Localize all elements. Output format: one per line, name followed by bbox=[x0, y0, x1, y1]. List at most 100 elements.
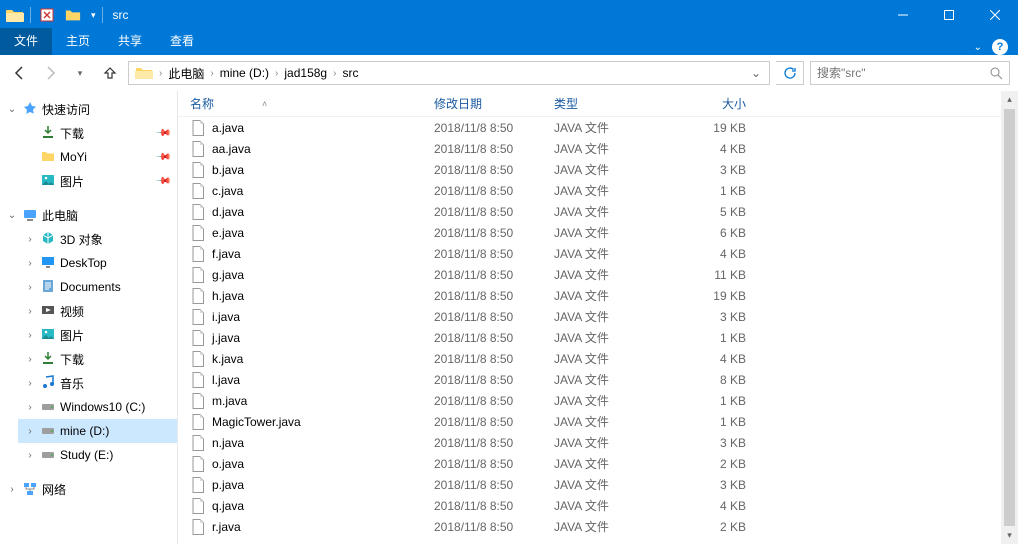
crumb-drive[interactable]: mine (D:) bbox=[216, 66, 273, 80]
tree-item-pc[interactable]: › 3D 对象 bbox=[18, 227, 177, 251]
file-row[interactable]: c.java2018/11/8 8:50JAVA 文件1 KB bbox=[178, 180, 1018, 201]
chevron-right-icon[interactable]: › bbox=[208, 68, 215, 79]
help-button[interactable]: ? bbox=[992, 39, 1008, 55]
tree-item-pc[interactable]: ›DeskTop bbox=[18, 251, 177, 275]
crumb-folder1[interactable]: jad158g bbox=[280, 66, 331, 80]
column-header-type[interactable]: 类型 bbox=[554, 95, 678, 112]
chevron-right-icon[interactable]: › bbox=[24, 402, 36, 413]
file-row[interactable]: a.java2018/11/8 8:50JAVA 文件19 KB bbox=[178, 117, 1018, 138]
chevron-right-icon[interactable]: › bbox=[24, 354, 36, 365]
tree-item-qa[interactable]: 图片📌 bbox=[18, 169, 177, 193]
tree-item-label: 音乐 bbox=[60, 375, 84, 392]
column-header-size[interactable]: 大小 bbox=[678, 95, 758, 112]
tree-network[interactable]: › 网络 bbox=[0, 477, 177, 501]
chevron-right-icon[interactable]: › bbox=[24, 426, 36, 437]
column-header-name[interactable]: 名称˄ bbox=[190, 95, 434, 112]
file-row[interactable]: h.java2018/11/8 8:50JAVA 文件19 KB bbox=[178, 285, 1018, 306]
tree-item-pc[interactable]: › 音乐 bbox=[18, 371, 177, 395]
file-row[interactable]: l.java2018/11/8 8:50JAVA 文件8 KB bbox=[178, 369, 1018, 390]
file-row[interactable]: o.java2018/11/8 8:50JAVA 文件2 KB bbox=[178, 453, 1018, 474]
file-type: JAVA 文件 bbox=[554, 392, 678, 409]
file-row[interactable]: b.java2018/11/8 8:50JAVA 文件3 KB bbox=[178, 159, 1018, 180]
qat-newfolder-button[interactable] bbox=[63, 5, 83, 25]
chevron-right-icon[interactable]: › bbox=[24, 330, 36, 341]
tree-item-pc[interactable]: ›mine (D:) bbox=[18, 419, 177, 443]
tree-item-qa[interactable]: 下载📌 bbox=[18, 121, 177, 145]
file-row[interactable]: e.java2018/11/8 8:50JAVA 文件6 KB bbox=[178, 222, 1018, 243]
chevron-right-icon[interactable]: › bbox=[24, 450, 36, 461]
file-row[interactable]: r.java2018/11/8 8:50JAVA 文件2 KB bbox=[178, 516, 1018, 537]
address-dropdown-button[interactable]: ⌄ bbox=[745, 66, 767, 80]
tab-share[interactable]: 共享 bbox=[104, 28, 156, 55]
file-row[interactable]: g.java2018/11/8 8:50JAVA 文件11 KB bbox=[178, 264, 1018, 285]
crumb-folder2[interactable]: src bbox=[338, 66, 362, 80]
chevron-right-icon[interactable]: › bbox=[157, 68, 164, 79]
crumb-thispc[interactable]: 此电脑 bbox=[164, 65, 208, 82]
refresh-button[interactable] bbox=[776, 61, 804, 85]
chevron-right-icon[interactable]: › bbox=[24, 258, 36, 269]
vertical-scrollbar[interactable]: ▴ ▾ bbox=[1001, 91, 1018, 544]
tree-item-pc[interactable]: ›Documents bbox=[18, 275, 177, 299]
pin-icon: 📌 bbox=[154, 125, 171, 142]
chevron-right-icon[interactable]: › bbox=[24, 378, 36, 389]
file-row[interactable]: q.java2018/11/8 8:50JAVA 文件4 KB bbox=[178, 495, 1018, 516]
nav-recent-button[interactable]: ▾ bbox=[68, 61, 92, 85]
3d-icon bbox=[40, 230, 56, 249]
file-row[interactable]: aa.java2018/11/8 8:50JAVA 文件4 KB bbox=[178, 138, 1018, 159]
file-row[interactable]: k.java2018/11/8 8:50JAVA 文件4 KB bbox=[178, 348, 1018, 369]
star-icon bbox=[22, 101, 38, 117]
chevron-right-icon[interactable]: › bbox=[273, 68, 280, 79]
nav-back-button[interactable] bbox=[8, 61, 32, 85]
nav-up-button[interactable] bbox=[98, 61, 122, 85]
tree-item-label: 3D 对象 bbox=[60, 231, 103, 248]
tree-quick-access[interactable]: ⌄ 快速访问 bbox=[0, 97, 177, 121]
tab-home[interactable]: 主页 bbox=[52, 28, 104, 55]
tree-item-qa[interactable]: MoYi📌 bbox=[18, 145, 177, 169]
chevron-down-icon[interactable]: ⌄ bbox=[6, 104, 18, 115]
file-name: h.java bbox=[212, 289, 244, 303]
chevron-right-icon[interactable]: › bbox=[24, 306, 36, 317]
scroll-thumb[interactable] bbox=[1004, 109, 1015, 526]
file-rows[interactable]: a.java2018/11/8 8:50JAVA 文件19 KBaa.java2… bbox=[178, 117, 1018, 544]
file-row[interactable]: n.java2018/11/8 8:50JAVA 文件3 KB bbox=[178, 432, 1018, 453]
file-size: 3 KB bbox=[678, 310, 758, 324]
chevron-down-icon[interactable]: ⌄ bbox=[6, 210, 18, 221]
tab-file[interactable]: 文件 bbox=[0, 28, 52, 55]
tree-this-pc[interactable]: ⌄ 此电脑 bbox=[0, 203, 177, 227]
tree-item-pc[interactable]: ›视频 bbox=[18, 299, 177, 323]
address-bar[interactable]: › 此电脑 › mine (D:) › jad158g › src ⌄ bbox=[128, 61, 770, 85]
file-name: f.java bbox=[212, 247, 241, 261]
search-input[interactable] bbox=[817, 66, 977, 80]
chevron-right-icon[interactable]: › bbox=[24, 282, 36, 293]
chevron-right-icon[interactable]: › bbox=[24, 234, 36, 245]
ribbon-expand-button[interactable]: ⌄ bbox=[974, 42, 982, 53]
search-box[interactable] bbox=[810, 61, 1010, 85]
qat-properties-button[interactable] bbox=[37, 5, 57, 25]
close-button[interactable] bbox=[972, 0, 1018, 30]
maximize-button[interactable] bbox=[926, 0, 972, 30]
file-row[interactable]: f.java2018/11/8 8:50JAVA 文件4 KB bbox=[178, 243, 1018, 264]
tab-view[interactable]: 查看 bbox=[156, 28, 208, 55]
drive-icon bbox=[40, 446, 56, 465]
minimize-button[interactable] bbox=[880, 0, 926, 30]
file-row[interactable]: m.java2018/11/8 8:50JAVA 文件1 KB bbox=[178, 390, 1018, 411]
file-size: 19 KB bbox=[678, 121, 758, 135]
qat-customize-button[interactable]: ▾ bbox=[91, 10, 96, 21]
scroll-down-button[interactable]: ▾ bbox=[1001, 527, 1018, 544]
file-row[interactable]: i.java2018/11/8 8:50JAVA 文件3 KB bbox=[178, 306, 1018, 327]
chevron-right-icon[interactable]: › bbox=[331, 68, 338, 79]
tree-item-pc[interactable]: ›图片 bbox=[18, 323, 177, 347]
file-row[interactable]: j.java2018/11/8 8:50JAVA 文件1 KB bbox=[178, 327, 1018, 348]
tree-item-pc[interactable]: ›Windows10 (C:) bbox=[18, 395, 177, 419]
navigation-pane[interactable]: ⌄ 快速访问 下载📌MoYi📌图片📌 ⌄ 此电脑 ›3D 对象›DeskTop›… bbox=[0, 91, 178, 544]
scroll-up-button[interactable]: ▴ bbox=[1001, 91, 1018, 108]
nav-forward-button[interactable] bbox=[38, 61, 62, 85]
tree-item-pc[interactable]: ›Study (E:) bbox=[18, 443, 177, 467]
tree-item-pc[interactable]: ›下载 bbox=[18, 347, 177, 371]
file-type: JAVA 文件 bbox=[554, 476, 678, 493]
column-header-date[interactable]: 修改日期 bbox=[434, 95, 554, 112]
file-row[interactable]: MagicTower.java2018/11/8 8:50JAVA 文件1 KB bbox=[178, 411, 1018, 432]
file-row[interactable]: d.java2018/11/8 8:50JAVA 文件5 KB bbox=[178, 201, 1018, 222]
file-row[interactable]: p.java2018/11/8 8:50JAVA 文件3 KB bbox=[178, 474, 1018, 495]
chevron-right-icon[interactable]: › bbox=[6, 484, 18, 495]
